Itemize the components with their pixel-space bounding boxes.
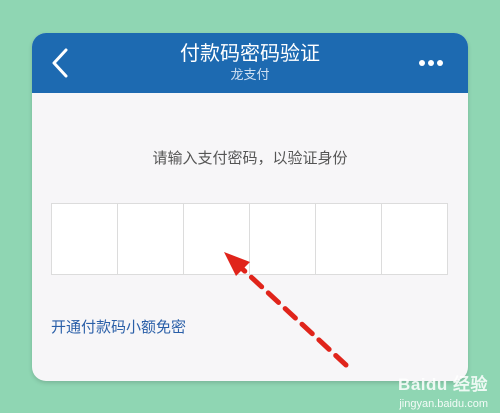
more-button[interactable] bbox=[406, 47, 456, 79]
password-digit-box[interactable] bbox=[316, 204, 382, 274]
more-horizontal-icon bbox=[419, 60, 443, 66]
password-dialog: 付款码密码验证 龙支付 请输入支付密码，以验证身份 开通付款码小额免密 bbox=[32, 33, 468, 381]
watermark-url: jingyan.baidu.com bbox=[399, 398, 488, 410]
password-digit-box[interactable] bbox=[382, 204, 447, 274]
enable-small-amount-free-link[interactable]: 开通付款码小额免密 bbox=[51, 317, 186, 337]
password-digit-box[interactable] bbox=[52, 204, 118, 274]
page-subtitle: 龙支付 bbox=[230, 68, 270, 83]
password-input[interactable] bbox=[51, 203, 448, 275]
password-digit-box[interactable] bbox=[184, 204, 250, 274]
watermark-logo: Baidu 经验 bbox=[398, 375, 488, 394]
password-digit-box[interactable] bbox=[118, 204, 184, 274]
header-bar: 付款码密码验证 龙支付 bbox=[32, 33, 468, 93]
password-digit-box[interactable] bbox=[250, 204, 316, 274]
instruction-text: 请输入支付密码，以验证身份 bbox=[152, 149, 348, 167]
page-title: 付款码密码验证 bbox=[180, 41, 320, 65]
